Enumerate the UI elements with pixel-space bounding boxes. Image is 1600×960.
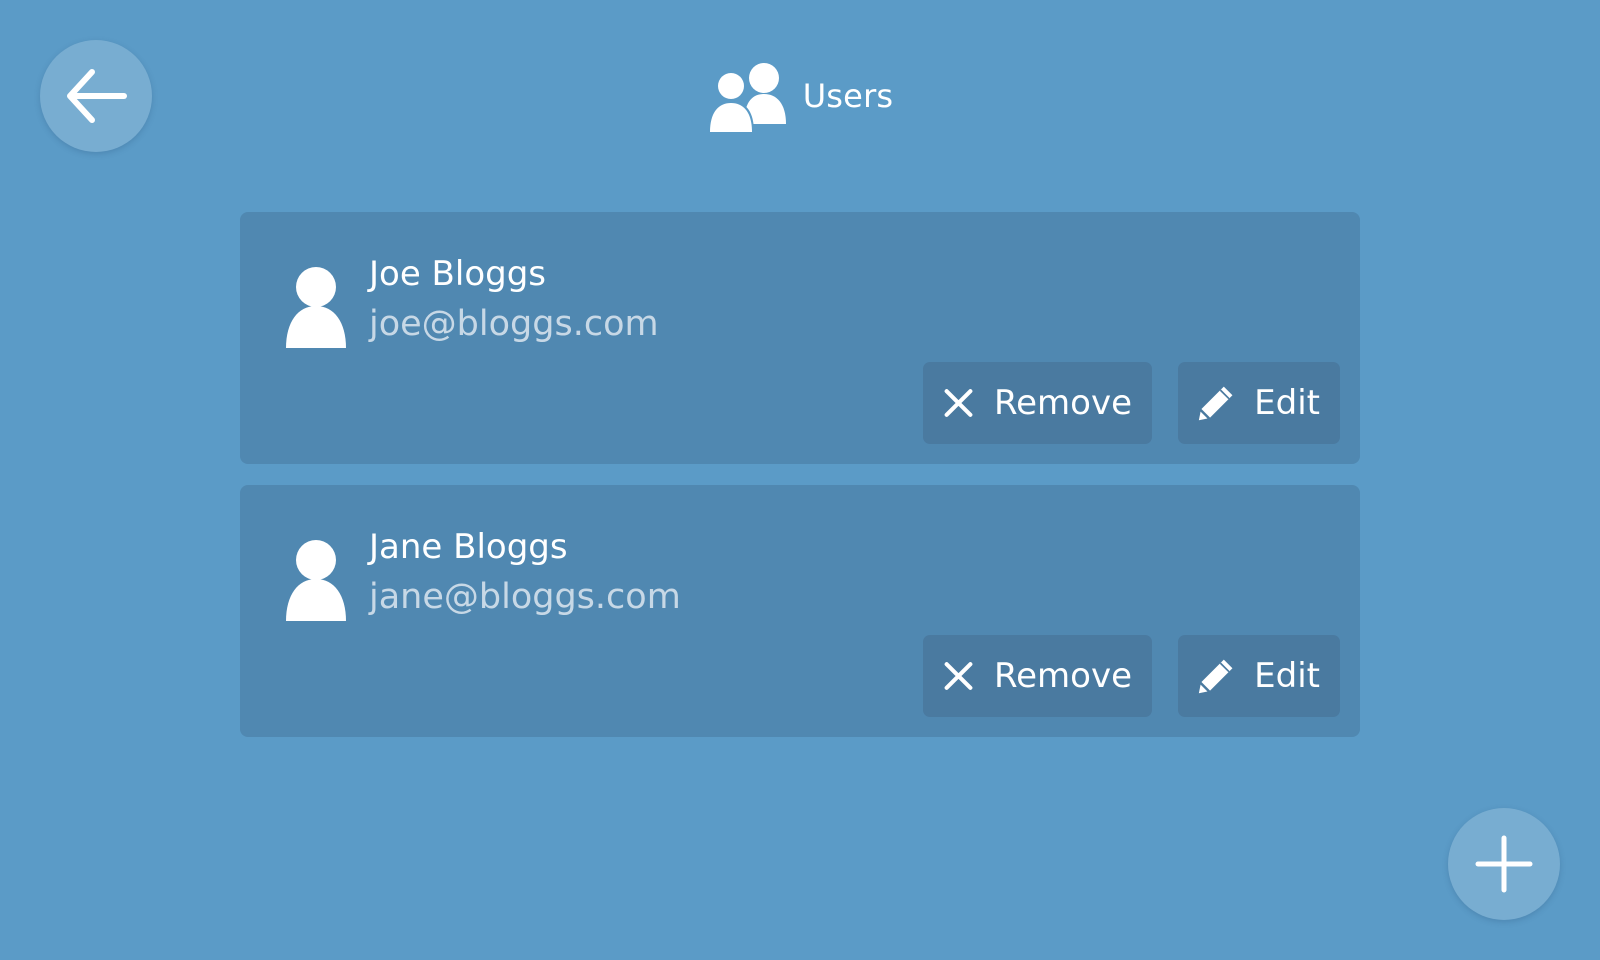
close-icon: [944, 389, 973, 417]
page-title: Users: [802, 77, 894, 115]
remove-button-label: Remove: [994, 656, 1132, 696]
edit-button-label: Edit: [1254, 383, 1320, 423]
close-icon: [944, 662, 973, 690]
remove-button-label: Remove: [994, 383, 1132, 423]
pencil-icon: [1198, 659, 1233, 694]
pencil-icon: [1198, 386, 1233, 421]
user-name: Joe Bloggs: [369, 254, 547, 294]
edit-button[interactable]: Edit: [1178, 635, 1340, 717]
user-email: joe@bloggs.com: [369, 304, 659, 344]
user-card: Jane Bloggs jane@bloggs.com Remove Edit: [240, 485, 1360, 737]
user-list: Joe Bloggs joe@bloggs.com Remove Edit Ja…: [240, 212, 1360, 758]
add-user-button[interactable]: [1448, 808, 1560, 920]
user-name: Jane Bloggs: [369, 527, 568, 567]
user-avatar-icon: [286, 267, 346, 348]
user-actions: Remove Edit: [923, 362, 1340, 444]
user-avatar-icon: [286, 540, 346, 621]
users-icon: [707, 63, 786, 132]
remove-button[interactable]: Remove: [923, 362, 1152, 444]
edit-button[interactable]: Edit: [1178, 362, 1340, 444]
user-actions: Remove Edit: [923, 635, 1340, 717]
page-header: Users: [0, 56, 1600, 136]
remove-button[interactable]: Remove: [923, 635, 1152, 717]
plus-icon: [1475, 835, 1533, 893]
user-card: Joe Bloggs joe@bloggs.com Remove Edit: [240, 212, 1360, 464]
user-email: jane@bloggs.com: [369, 577, 681, 617]
edit-button-label: Edit: [1254, 656, 1320, 696]
